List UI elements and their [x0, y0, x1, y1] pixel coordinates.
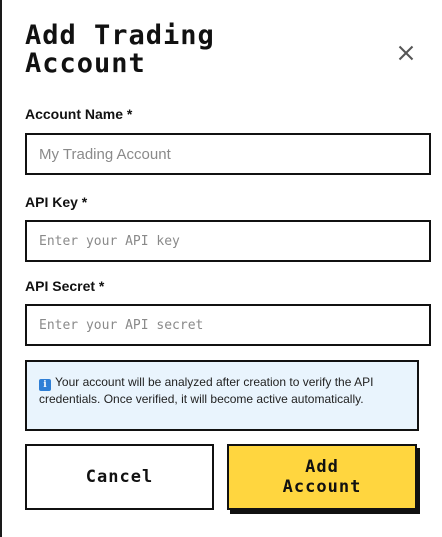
close-button[interactable] — [393, 40, 419, 66]
dialog-title: Add Trading Account — [25, 20, 215, 79]
cancel-button[interactable]: Cancel — [25, 444, 214, 510]
api-key-label: API Key * — [25, 194, 88, 210]
add-account-button[interactable]: Add Account — [227, 444, 417, 510]
api-secret-input[interactable] — [25, 304, 431, 346]
api-secret-label: API Secret * — [25, 278, 105, 294]
close-icon — [398, 45, 414, 61]
account-name-input[interactable] — [25, 133, 431, 175]
add-account-button-label: Add Account — [282, 457, 362, 497]
info-notice: i Your account will be analyzed after cre… — [25, 360, 419, 431]
api-key-input[interactable] — [25, 220, 431, 262]
account-name-label: Account Name * — [25, 106, 133, 122]
info-text: Your account will be analyzed after crea… — [39, 375, 374, 406]
dialog-left-border — [0, 0, 2, 537]
info-icon: i — [39, 379, 51, 391]
cancel-button-label: Cancel — [85, 467, 154, 487]
